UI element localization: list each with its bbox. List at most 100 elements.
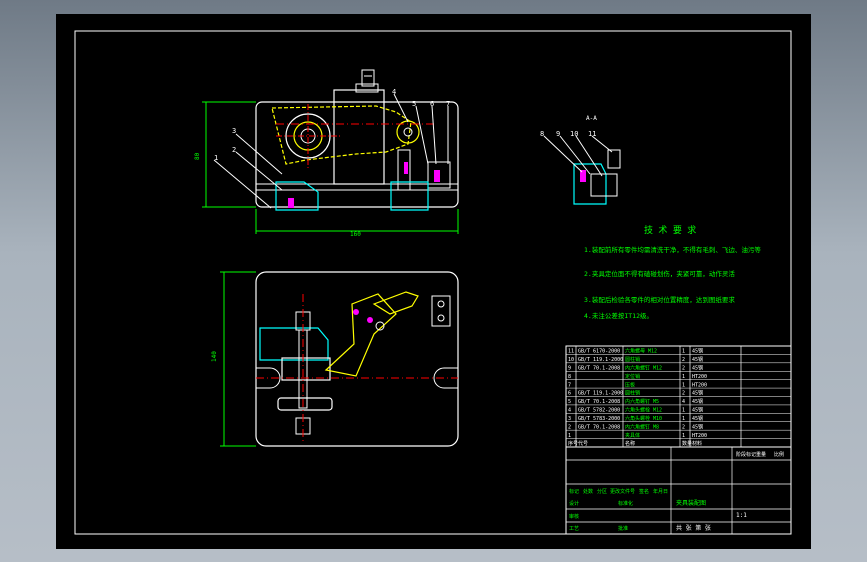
- front-base-screw: [288, 198, 294, 208]
- bom-header-cell: 代号: [578, 440, 588, 447]
- tb-label-approve: 批准: [618, 525, 628, 532]
- section-callout-11: 11: [588, 130, 596, 138]
- bom-header-cell: 序号: [568, 440, 578, 447]
- bom-cell-qty: 1: [682, 349, 685, 355]
- bom-cell-no: 9: [568, 365, 571, 371]
- section-leader-8: [543, 135, 583, 173]
- bom-cell-no: 6: [568, 391, 571, 397]
- bom-cell-no: 5: [568, 399, 571, 405]
- bom-cell-mat: 45钢: [692, 398, 703, 405]
- bom-cell-no: 11: [568, 349, 574, 355]
- dim-height-text: 80: [194, 152, 201, 160]
- top-link-lever: [372, 291, 419, 315]
- bom-header-cell: 材料: [692, 440, 702, 447]
- top-link-pin-1: [353, 309, 359, 315]
- callout-6: 6: [430, 100, 434, 108]
- bom-cell-qty: 2: [682, 357, 685, 363]
- bom-cell-name: 内六角螺钉 M8: [625, 423, 659, 430]
- tb-scale: 1:1: [736, 512, 747, 519]
- bom-cell-code: GB/T 70.1-2008: [578, 399, 620, 405]
- bom-cell-code: GB/T 5782-2000: [578, 408, 620, 414]
- tb-label-review: 审核: [569, 513, 579, 520]
- tb-label-date: 年月日: [653, 488, 668, 495]
- tech-req-title: 技 术 要 求: [644, 224, 696, 236]
- bom-cell-qty: 4: [682, 399, 685, 405]
- tb-label-zone: 分区: [597, 488, 607, 495]
- bom-cell-code: GB/T 5783-2000: [578, 416, 620, 422]
- bom-cell-no: 10: [568, 357, 574, 363]
- bom-cell-no: 4: [568, 408, 571, 414]
- bom-cell-name: 内六角螺钉 M5: [625, 398, 659, 405]
- drawing-canvas[interactable]: 1 2 3 4 5 6 7 160 80 140 A-A 8 9 10 11 技…: [56, 14, 811, 549]
- callout-leader-3: [235, 133, 283, 175]
- bom-cell-qty: 1: [682, 416, 685, 422]
- top-base: [255, 271, 459, 447]
- bom-cell-mat: HT200: [692, 374, 707, 380]
- front-block-screw: [434, 170, 440, 182]
- tb-label-ratio: 比例: [774, 451, 784, 458]
- bom-cell-no: 2: [568, 424, 571, 430]
- tb-label-std: 标准化: [618, 500, 633, 507]
- top-right-screw-2: [437, 314, 445, 322]
- callout-1: 1: [214, 154, 218, 162]
- dim-top-height-text: 140: [211, 351, 218, 362]
- section-callout-9: 9: [556, 130, 560, 138]
- bom-cell-qty: 2: [682, 391, 685, 397]
- bom-cell-qty: 1: [682, 374, 685, 380]
- bom-cell-name: 六角螺母 M12: [625, 348, 657, 355]
- section-view: A-A 8 9 10 11: [540, 115, 621, 205]
- bom-cell-name: 六角头螺栓 M10: [625, 415, 662, 422]
- callout-leader-4: [393, 93, 409, 123]
- top-link-arm: [324, 293, 397, 377]
- bom-cell-code: GB/T 119.1-2000: [578, 357, 623, 363]
- tb-drawing-name: 夹具装配图: [676, 499, 706, 507]
- section-body: [573, 163, 607, 205]
- top-clamp-block: [281, 357, 331, 381]
- callout-4: 4: [392, 88, 396, 96]
- bom-cell-qty: 1: [682, 433, 685, 439]
- tb-sheet: 共 张 第 张: [676, 524, 711, 532]
- section-callout-8: 8: [540, 130, 544, 138]
- tb-label-weight: 重量: [756, 451, 766, 458]
- bom-cell-qty: 1: [682, 408, 685, 414]
- bom-cell-code: GB/T 119.1-2000: [578, 391, 623, 397]
- bom-cell-mat: 45钢: [692, 407, 703, 414]
- cad-viewer: 1 2 3 4 5 6 7 160 80 140 A-A 8 9 10 11 技…: [0, 0, 867, 562]
- bom-cell-no: 3: [568, 416, 571, 422]
- bom-cell-name: 六角头螺栓 M12: [625, 407, 662, 414]
- bom-cell-qty: 1: [682, 382, 685, 388]
- bom-cell-mat: 45钢: [692, 356, 703, 363]
- bom-cell-name: 定位销: [625, 373, 640, 380]
- callout-7: 7: [446, 100, 450, 108]
- bom-cell-name: 压板: [625, 381, 635, 388]
- front-link-arm: [271, 105, 412, 165]
- tb-label-mark: 标记: [569, 488, 579, 495]
- bom-cell-no: 1: [568, 433, 571, 439]
- callout-leader-5: [415, 105, 429, 165]
- dim-width-text: 160: [350, 231, 361, 238]
- bom-cell-mat: 45钢: [692, 364, 703, 371]
- section-callout-10: 10: [570, 130, 578, 138]
- tb-label-count: 处数: [583, 488, 593, 495]
- top-hatch: [259, 327, 329, 361]
- section-title: A-A: [586, 115, 597, 122]
- bom-cell-name: 夹具体: [625, 432, 640, 439]
- bom-cell-no: 7: [568, 382, 571, 388]
- section-screw: [580, 170, 586, 182]
- callout-2: 2: [232, 146, 236, 154]
- callout-leader-6: [431, 105, 437, 165]
- bom-cell-mat: HT200: [692, 433, 707, 439]
- bom-cell-mat: 45钢: [692, 415, 703, 422]
- section-leader-11: [591, 135, 613, 153]
- cad-drawing: 1 2 3 4 5 6 7 160 80 140 A-A 8 9 10 11 技…: [74, 30, 792, 535]
- section-clamp: [590, 173, 618, 197]
- tech-req-line-3: 3.装配后检验各零件的相对位置精度，达到图纸要求: [584, 295, 735, 304]
- bom-cell-no: 8: [568, 374, 571, 380]
- bom-cell-qty: 2: [682, 365, 685, 371]
- tech-req-line-2: 2.夹具定位面不得有磕碰划伤，夹紧可靠，动作灵活: [584, 269, 735, 278]
- bom-cell-mat: 45钢: [692, 390, 703, 397]
- bom-cell-code: GB/T 70.1-2008: [578, 365, 620, 371]
- bom-table: 11 GB/T 6170-2000 六角螺母 M12 1 45钢10 GB/T 119.1…: [565, 345, 792, 448]
- tb-label-change: 更改文件号: [610, 488, 635, 495]
- tb-label-stage: 阶段标记: [736, 451, 756, 458]
